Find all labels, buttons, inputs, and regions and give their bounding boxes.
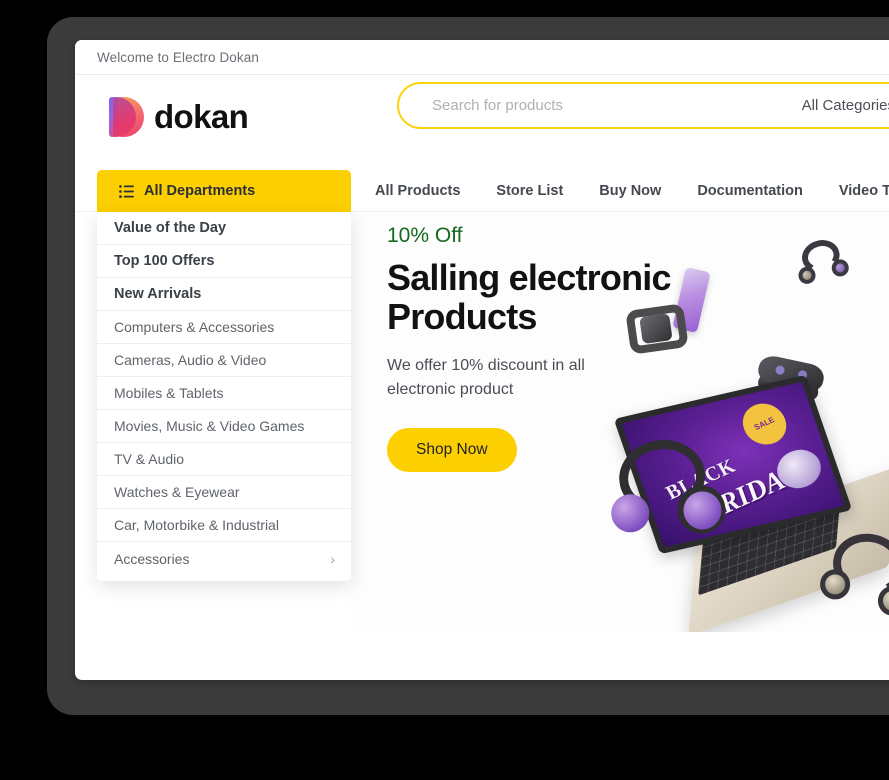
top-welcome-bar: Welcome to Electro Dokan bbox=[75, 40, 889, 75]
laptop-sale-badge: SALE bbox=[734, 396, 795, 452]
main-navigation: All Departments All Products Store List … bbox=[75, 170, 889, 212]
all-departments-button[interactable]: All Departments bbox=[97, 170, 351, 212]
all-departments-label: All Departments bbox=[144, 183, 256, 199]
nav-link-buy-now[interactable]: Buy Now bbox=[599, 183, 661, 199]
site-logo[interactable]: dokan bbox=[109, 95, 249, 139]
nav-links: All Products Store List Buy Now Document… bbox=[375, 170, 889, 212]
logo-text: dokan bbox=[154, 98, 249, 135]
dept-item-mobiles-tablets[interactable]: Mobiles & Tablets bbox=[97, 377, 351, 410]
dept-item-movies-music-video-games[interactable]: Movies, Music & Video Games bbox=[97, 410, 351, 443]
nav-link-store-list[interactable]: Store List bbox=[496, 183, 563, 199]
dept-item-new-arrivals[interactable]: New Arrivals bbox=[97, 278, 351, 311]
site-header: dokan All Categories bbox=[75, 75, 889, 170]
search-input[interactable] bbox=[432, 97, 682, 114]
chevron-right-icon: › bbox=[330, 550, 335, 567]
dept-item-watches-eyewear[interactable]: Watches & Eyewear bbox=[97, 476, 351, 509]
hero-discount-label: 10% Off bbox=[387, 224, 463, 247]
dokan-logo-mark-icon bbox=[109, 95, 145, 139]
category-select-value[interactable]: All Categories bbox=[802, 97, 889, 114]
hero-subtitle: We offer 10% discount in all electronic … bbox=[387, 357, 585, 399]
dept-item-label: Cameras, Audio & Video bbox=[114, 352, 267, 368]
dept-item-label: Accessories bbox=[114, 550, 190, 567]
device-frame: Welcome to Electro Dokan dokan Search fo… bbox=[47, 17, 889, 715]
shop-now-button[interactable]: Shop Now bbox=[387, 428, 517, 473]
hero-title: Salling electronic Products bbox=[387, 257, 672, 337]
dept-item-label: TV & Audio bbox=[114, 451, 185, 467]
dept-item-label: Watches & Eyewear bbox=[114, 484, 240, 500]
dept-item-label: New Arrivals bbox=[114, 286, 202, 302]
dept-item-top-100-offers[interactable]: Top 100 Offers bbox=[97, 245, 351, 278]
dept-item-label: Movies, Music & Video Games bbox=[114, 418, 305, 434]
nav-link-all-products[interactable]: All Products bbox=[375, 183, 460, 199]
dept-item-label: Mobiles & Tablets bbox=[114, 385, 224, 401]
dept-item-computers-accessories[interactable]: Computers & Accessories bbox=[97, 311, 351, 344]
nav-link-documentation[interactable]: Documentation bbox=[697, 183, 803, 199]
dept-item-car-motorbike-industrial[interactable]: Car, Motorbike & Industrial bbox=[97, 509, 351, 542]
hero-copy: 10% Off Salling electronic Products We o… bbox=[387, 224, 697, 473]
dept-item-value-of-the-day[interactable]: Value of the Day bbox=[97, 212, 351, 245]
dept-item-label: Top 100 Offers bbox=[114, 253, 215, 269]
hero-banner: SALE BLACK FRIDAY 10% Off Salling electr… bbox=[351, 212, 889, 632]
welcome-message: Welcome to Electro Dokan bbox=[97, 50, 259, 65]
dept-item-label: Car, Motorbike & Industrial bbox=[114, 517, 279, 533]
dept-item-tv-audio[interactable]: TV & Audio bbox=[97, 443, 351, 476]
browser-window: Welcome to Electro Dokan dokan Search fo… bbox=[75, 40, 889, 680]
dept-item-label: Value of the Day bbox=[114, 220, 227, 236]
dept-item-cameras-audio-video[interactable]: Cameras, Audio & Video bbox=[97, 344, 351, 377]
headphones-icon bbox=[790, 233, 855, 294]
search-bar[interactable]: All Categories bbox=[397, 82, 889, 129]
nav-link-video-tutorial[interactable]: Video Tutorial bbox=[839, 183, 889, 199]
departments-dropdown: Value of the Day Top 100 Offers New Arri… bbox=[97, 212, 351, 581]
dept-item-accessories[interactable]: Accessories › bbox=[97, 542, 351, 575]
dept-item-label: Computers & Accessories bbox=[114, 319, 275, 335]
list-icon bbox=[119, 184, 134, 198]
